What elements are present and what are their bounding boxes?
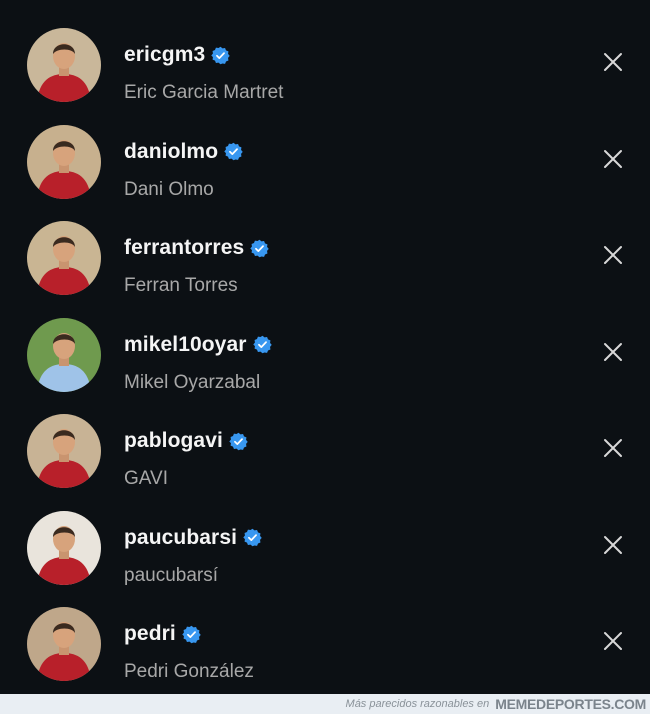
avatar[interactable] xyxy=(27,28,101,102)
close-icon[interactable] xyxy=(601,50,625,74)
account-row[interactable]: ericgm3 Eric Garcia Martret xyxy=(0,16,650,112)
username[interactable]: pablogavi xyxy=(124,429,223,453)
avatar[interactable] xyxy=(27,510,101,585)
username[interactable]: pedri xyxy=(124,622,176,646)
full-name: Pedri González xyxy=(124,661,254,682)
username[interactable]: ferrantorres xyxy=(124,236,244,260)
account-list: ericgm3 Eric Garcia Martret daniolmo Dani O… xyxy=(0,0,650,694)
verified-badge-icon xyxy=(229,432,248,451)
verified-badge-icon xyxy=(243,528,262,547)
username-line[interactable]: paucubarsi xyxy=(124,525,262,551)
account-row[interactable]: ferrantorres Ferran Torres xyxy=(0,209,650,305)
username-line[interactable]: mikel10oyar xyxy=(124,332,272,358)
username-line[interactable]: ferrantorres xyxy=(124,235,269,261)
account-row[interactable]: daniolmo Dani Olmo xyxy=(0,113,650,209)
full-name: Dani Olmo xyxy=(124,178,214,200)
close-icon[interactable] xyxy=(601,436,625,460)
username-line[interactable]: daniolmo xyxy=(124,139,243,165)
footer-site-logo: MEMEDEPORTES.COM xyxy=(495,696,646,712)
close-icon[interactable] xyxy=(601,629,625,653)
avatar[interactable] xyxy=(27,221,101,295)
username[interactable]: mikel10oyar xyxy=(124,333,247,357)
username[interactable]: paucubarsi xyxy=(124,526,237,550)
account-row[interactable]: paucubarsi paucubarsí xyxy=(0,499,650,595)
username-line[interactable]: ericgm3 xyxy=(124,42,230,68)
avatar[interactable] xyxy=(27,414,101,488)
close-icon[interactable] xyxy=(601,340,625,364)
verified-badge-icon xyxy=(250,239,269,258)
full-name: paucubarsí xyxy=(124,564,219,586)
account-row[interactable]: pedri Pedri González xyxy=(0,595,650,691)
account-row[interactable]: pablogavi GAVI xyxy=(0,402,650,498)
close-icon[interactable] xyxy=(601,243,625,267)
verified-badge-icon xyxy=(182,625,201,644)
verified-badge-icon xyxy=(211,46,230,65)
avatar[interactable] xyxy=(27,124,101,199)
verified-badge-icon xyxy=(224,142,243,161)
account-row[interactable]: mikel10oyar Mikel Oyarzabal xyxy=(0,306,650,402)
close-icon[interactable] xyxy=(601,533,625,557)
username-line[interactable]: pedri xyxy=(124,621,201,647)
username[interactable]: ericgm3 xyxy=(124,43,205,67)
full-name: GAVI xyxy=(124,468,168,489)
avatar[interactable] xyxy=(27,607,101,681)
footer-note: Más parecidos razonables en xyxy=(345,698,490,710)
verified-badge-icon xyxy=(252,335,272,354)
full-name: Eric Garcia Martret xyxy=(124,82,284,103)
username-line[interactable]: pablogavi xyxy=(124,428,248,454)
username[interactable]: daniolmo xyxy=(124,140,218,164)
close-icon[interactable] xyxy=(601,147,625,171)
avatar[interactable] xyxy=(27,317,101,392)
full-name: Ferran Torres xyxy=(124,275,238,296)
watermark-footer: Más parecidos razonables en MEMEDEPORTES… xyxy=(0,694,650,714)
full-name: Mikel Oyarzabal xyxy=(124,371,261,393)
suggested-accounts-screen: ericgm3 Eric Garcia Martret daniolmo Dani O… xyxy=(0,0,650,714)
